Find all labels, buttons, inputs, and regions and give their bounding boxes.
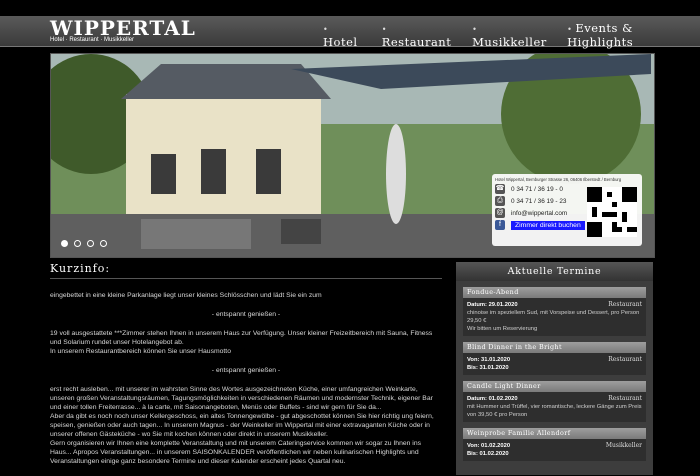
breadcrumb: Hotel · Restaurant · Musikkeller xyxy=(50,37,135,43)
event-date: Bis: 01.02.2020 xyxy=(467,451,509,457)
paragraph: Aber da gibt es noch noch unser Kellerge… xyxy=(50,413,434,438)
paragraph: - entspannt genießen - xyxy=(211,311,281,318)
slider-dot[interactable] xyxy=(87,240,94,247)
paragraph: eingebettet in eine kleine Parkanlage li… xyxy=(50,292,322,299)
slider-dot[interactable] xyxy=(74,240,81,247)
email-icon: @ xyxy=(495,208,505,218)
event-item[interactable]: Fondue-Abend Restaurant Datum: 29.01.202… xyxy=(463,287,646,336)
slider-dots xyxy=(61,240,107,247)
events-sidebar: Aktuelle Termine Fondue-Abend Restaurant… xyxy=(456,262,653,475)
book-room-button[interactable]: Zimmer direkt buchen xyxy=(511,220,585,230)
event-title[interactable]: Blind Dinner in the Bright xyxy=(463,342,646,353)
event-category: Musikkeller xyxy=(605,442,642,449)
event-category: Restaurant xyxy=(608,301,642,308)
nav-musikkeller[interactable]: Musikkeller xyxy=(462,21,557,49)
address: Hotel Wippertal, Bernburger Strasse 26, … xyxy=(495,177,622,182)
qr-code-icon xyxy=(587,187,637,237)
event-title[interactable]: Weinprobe Familie Allendorf xyxy=(463,428,646,439)
fax: 0 34 71 / 36 19 - 23 xyxy=(511,197,567,205)
paragraph: 19 voll ausgestattete ***Zimmer stehen I… xyxy=(50,330,433,346)
contact-box: Hotel Wippertal, Bernburger Strasse 26, … xyxy=(492,174,642,246)
nav-hotel[interactable]: Hotel xyxy=(313,21,372,49)
event-title[interactable]: Candle Light Dinner xyxy=(463,381,646,392)
paragraph: - entspannt genießen - xyxy=(211,367,281,374)
nav-restaurant[interactable]: Restaurant xyxy=(372,21,462,49)
slider-dot[interactable] xyxy=(100,240,107,247)
event-desc: mit Hummer und Trüffel, vier romantische… xyxy=(467,404,642,418)
main-nav: Hotel Restaurant Musikkeller Events & Hi… xyxy=(313,21,700,49)
facebook-icon[interactable]: f xyxy=(495,220,505,230)
nav-events[interactable]: Events & Highlights xyxy=(557,21,700,49)
event-desc: chinoise im speziellem Sud, mit Vorspeis… xyxy=(467,310,640,324)
event-category: Restaurant xyxy=(608,395,642,402)
event-date: Bis: 31.01.2020 xyxy=(467,365,509,371)
section-title: Kurzinfo: xyxy=(50,262,442,279)
paragraph: Gern organisieren wir Ihnen eine komplet… xyxy=(50,440,421,465)
event-item[interactable]: Candle Light Dinner Restaurant Datum: 01… xyxy=(463,381,646,422)
paragraph: erst recht ausleben... mit unserer im wa… xyxy=(50,386,433,411)
event-category: Restaurant xyxy=(608,356,642,363)
phone: 0 34 71 / 36 19 - 0 xyxy=(511,185,563,193)
event-item[interactable]: Blind Dinner in the Bright Restaurant Vo… xyxy=(463,342,646,375)
event-title[interactable]: Fondue-Abend xyxy=(463,287,646,298)
slider-dot[interactable] xyxy=(61,240,68,247)
main-content: Kurzinfo: eingebettet in eine kleine Par… xyxy=(50,262,442,476)
intro-text: eingebettet in eine kleine Parkanlage li… xyxy=(50,291,442,466)
event-note: Wir bitten um Reservierung xyxy=(467,326,538,332)
sidebar-title: Aktuelle Termine xyxy=(456,262,653,281)
phone-icon: ☎ xyxy=(495,184,505,194)
hero-slider[interactable]: Hotel Wippertal, Bernburger Strasse 26, … xyxy=(50,53,655,258)
fax-icon: ⎙ xyxy=(495,196,505,206)
email[interactable]: info@wippertal.com xyxy=(511,210,567,217)
paragraph: In unserem Restaurantbereich können Sie … xyxy=(50,348,231,355)
event-item[interactable]: Weinprobe Familie Allendorf Musikkeller … xyxy=(463,428,646,461)
